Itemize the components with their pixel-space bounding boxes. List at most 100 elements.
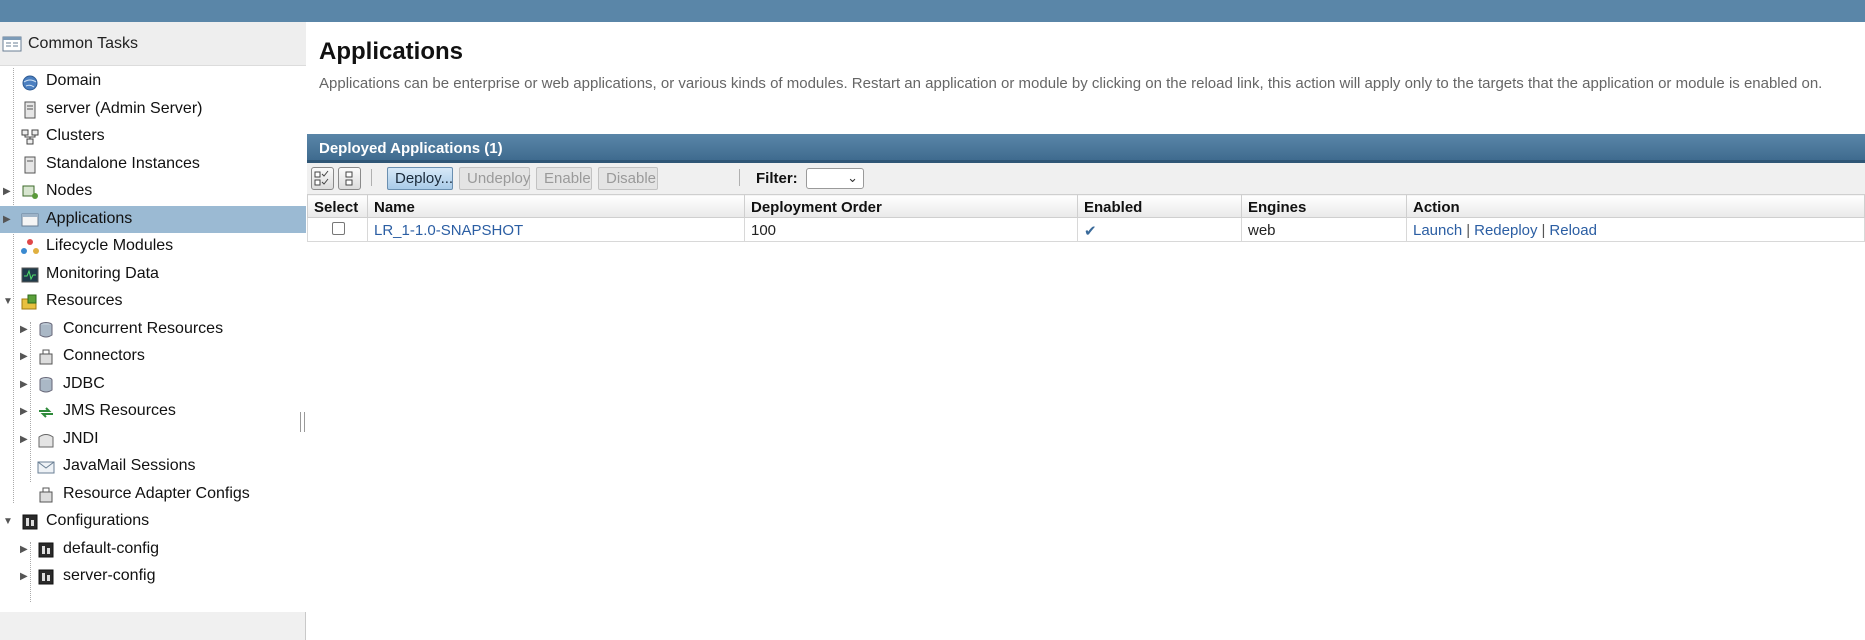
instance-icon	[24, 156, 36, 173]
collapse-arrow-icon[interactable]: ▼	[3, 296, 13, 308]
tree-node-label: JavaMail Sessions	[63, 457, 196, 474]
expand-arrow-icon[interactable]: ▶	[20, 544, 30, 556]
tree-node-connectors[interactable]: ▶ Connectors	[0, 343, 306, 371]
tree-node-label: Resource Adapter Configs	[63, 484, 250, 502]
resources-icon	[21, 294, 37, 310]
action-separator: |	[1466, 222, 1471, 239]
tree-node-label: Monitoring Data	[46, 264, 159, 282]
tree-node-concurrent-resources[interactable]: ▶ Concurrent Resources	[0, 316, 306, 344]
tree-node-domain[interactable]: Domain	[0, 68, 306, 96]
select-cell	[307, 217, 368, 242]
main-content: Applications Applications can be enterpr…	[307, 22, 1865, 640]
sidebar-resize-handle[interactable]	[300, 412, 305, 432]
tree-node-label: Resources	[46, 292, 123, 309]
expand-arrow-icon[interactable]: ▶	[20, 571, 30, 583]
tree-node-jndi[interactable]: ▶ JNDI	[0, 426, 306, 454]
deselect-all-icon	[345, 171, 353, 186]
tree-node-label: Concurrent Resources	[63, 319, 224, 337]
common-tasks-link[interactable]: Common Tasks	[0, 22, 306, 66]
tree-node-monitoring-data[interactable]: Monitoring Data	[0, 261, 306, 289]
select-all-button[interactable]	[311, 167, 334, 190]
common-tasks-label: Common Tasks	[28, 34, 138, 52]
globe-icon	[22, 75, 38, 91]
tree-node-applications[interactable]: ▶ Applications	[0, 205, 306, 233]
connector-icon	[39, 349, 53, 365]
chevron-down-icon: ⌄	[847, 170, 858, 185]
database-icon	[39, 376, 53, 392]
monitoring-icon	[21, 267, 39, 282]
lifecycle-icon	[21, 239, 39, 254]
top-banner	[0, 0, 1865, 22]
action-separator: |	[1541, 222, 1546, 239]
tree-node-standalone-instances[interactable]: Standalone Instances	[0, 151, 306, 179]
expand-arrow-icon[interactable]: ▶	[20, 324, 30, 336]
tree-node-default-config[interactable]: ▶ default-config	[0, 536, 306, 564]
application-name-link[interactable]: LR_1-1.0-SNAPSHOT	[374, 222, 523, 239]
tree-node-label: server-config	[63, 567, 156, 584]
column-header-deployment-order[interactable]: Deployment Order	[744, 194, 1078, 218]
expand-arrow-icon[interactable]: ▶	[3, 186, 13, 198]
nodes-icon	[22, 185, 38, 199]
checkmark-icon: ✔	[1084, 222, 1097, 240]
tree-node-server[interactable]: server (Admin Server)	[0, 96, 306, 124]
tree-node-resources[interactable]: ▼ Resources	[0, 288, 306, 316]
expand-arrow-icon[interactable]: ▶	[20, 379, 30, 391]
tree-node-label: JDBC	[63, 374, 105, 392]
tree-node-jms-resources[interactable]: ▶ JMS Resources	[0, 398, 306, 426]
expand-arrow-icon[interactable]: ▶	[20, 434, 30, 446]
jndi-icon	[38, 433, 54, 447]
expand-arrow-icon[interactable]: ▶	[20, 406, 30, 418]
column-header-engines[interactable]: Engines	[1241, 194, 1407, 218]
tree-node-configurations[interactable]: ▼ Configurations	[0, 508, 306, 536]
navigation-sidebar: Common Tasks Domain server (Admin Server…	[0, 22, 306, 640]
tree-node-clusters[interactable]: Clusters	[0, 123, 306, 151]
enable-button[interactable]: Enable	[536, 167, 592, 190]
tree-node-label: default-config	[63, 539, 160, 557]
column-header-name[interactable]: Name	[367, 194, 745, 218]
column-header-action: Action	[1406, 194, 1865, 218]
disable-button[interactable]: Disable	[598, 167, 658, 190]
action-cell: Launch | Redeploy | Reload	[1406, 217, 1865, 242]
tree-node-label: JNDI	[63, 429, 99, 447]
common-tasks-icon	[2, 36, 22, 51]
deploy-button[interactable]: Deploy...	[387, 167, 453, 190]
page-title: Applications	[319, 38, 464, 65]
redeploy-link[interactable]: Redeploy	[1474, 222, 1537, 239]
deselect-all-button[interactable]	[338, 167, 361, 190]
filter-dropdown[interactable]: ⌄	[806, 168, 864, 189]
table-header-row: Select Name Deployment Order Enabled Eng…	[307, 194, 1865, 218]
tree-node-lifecycle-modules[interactable]: Lifecycle Modules	[0, 233, 306, 261]
applications-icon	[21, 213, 39, 226]
row-select-checkbox[interactable]	[332, 222, 345, 235]
tree-node-server-config[interactable]: ▶ server-config	[0, 563, 306, 591]
undeploy-button[interactable]: Undeploy	[459, 167, 530, 190]
tree-node-jdbc[interactable]: ▶ JDBC	[0, 371, 306, 399]
jms-icon	[39, 407, 53, 418]
select-all-icon	[314, 170, 329, 186]
collapse-arrow-icon[interactable]: ▼	[3, 516, 13, 528]
tree-node-label: Applications	[46, 209, 133, 227]
enabled-cell: ✔	[1077, 217, 1242, 242]
tree-node-label: Standalone Instances	[46, 154, 200, 172]
deployment-order-cell: 100	[744, 217, 1078, 242]
expand-arrow-icon[interactable]: ▶	[20, 351, 30, 363]
page-description: Applications can be enterprise or web ap…	[319, 75, 1823, 92]
tree-node-label: Clusters	[46, 127, 105, 144]
database-icon	[39, 321, 53, 337]
column-header-enabled[interactable]: Enabled	[1077, 194, 1242, 218]
expand-arrow-icon[interactable]: ▶	[3, 214, 13, 226]
tree-node-label: Domain	[46, 72, 102, 89]
column-header-select[interactable]: Select	[307, 194, 368, 218]
tree-node-nodes[interactable]: ▶ Nodes	[0, 178, 306, 206]
tree-node-label: Nodes	[46, 182, 93, 199]
server-icon	[24, 101, 36, 118]
tree-node-label: Configurations	[46, 512, 150, 529]
config-icon	[38, 569, 54, 585]
reload-link[interactable]: Reload	[1549, 222, 1597, 239]
tree-node-resource-adapter-configs[interactable]: Resource Adapter Configs	[0, 481, 306, 509]
connector-icon	[39, 487, 53, 502]
tree-node-label: JMS Resources	[63, 402, 176, 419]
toolbar-separator	[371, 169, 372, 186]
launch-link[interactable]: Launch	[1413, 222, 1462, 239]
tree-node-javamail-sessions[interactable]: JavaMail Sessions	[0, 453, 306, 481]
